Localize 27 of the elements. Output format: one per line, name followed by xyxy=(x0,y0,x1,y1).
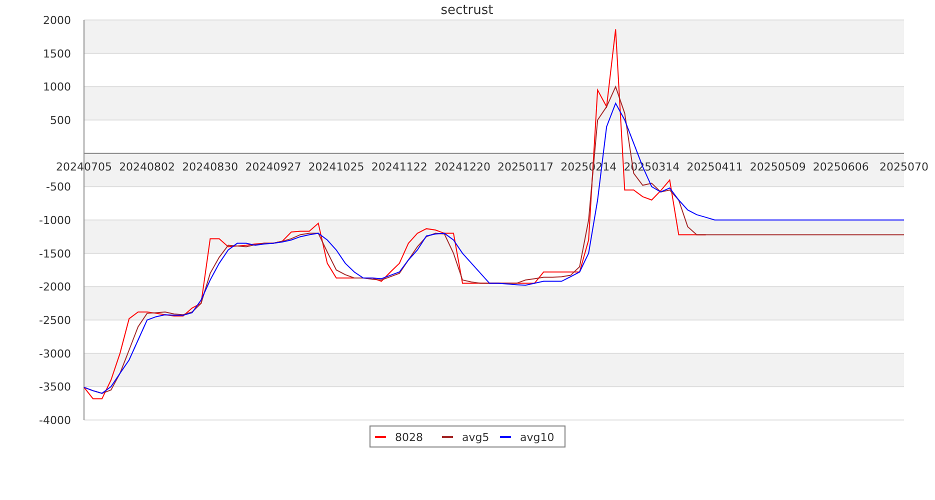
x-tick-label: 20250117 xyxy=(498,160,554,174)
y-tick-label: -3500 xyxy=(39,380,71,394)
y-tick-label: -4000 xyxy=(39,414,71,427)
y-tick-label: -1500 xyxy=(39,247,71,260)
y-tick-label: 2000 xyxy=(43,14,71,27)
x-tick-label: 20241025 xyxy=(308,160,364,174)
x-tick-label: 20250411 xyxy=(686,160,743,174)
y-tick-label: -2500 xyxy=(39,314,71,327)
legend-label: avg10 xyxy=(520,431,554,444)
y-tick-label: 1000 xyxy=(43,80,71,94)
x-tick-label: 20241122 xyxy=(371,160,428,174)
x-tick-label: 20241220 xyxy=(434,160,490,174)
x-tick-label: 2025070 xyxy=(880,160,928,174)
y-tick-label: -2000 xyxy=(39,280,71,294)
y-tick-label: 1500 xyxy=(43,47,71,60)
y-tick-label: -1000 xyxy=(39,214,71,227)
y-tick-label: 500 xyxy=(50,114,71,127)
chart-title: sectrust xyxy=(440,3,494,18)
legend-label: avg5 xyxy=(462,431,490,444)
legend-label: 8028 xyxy=(395,431,423,444)
x-tick-label: 20250606 xyxy=(812,160,869,174)
x-tick-label: 20240927 xyxy=(245,160,302,174)
y-tick-label: -500 xyxy=(46,180,71,194)
x-tick-label: 20240802 xyxy=(119,160,176,174)
x-tick-label: 20250509 xyxy=(750,160,806,174)
x-tick-label: 20240830 xyxy=(182,160,238,174)
y-tick-label: -3000 xyxy=(39,347,71,360)
